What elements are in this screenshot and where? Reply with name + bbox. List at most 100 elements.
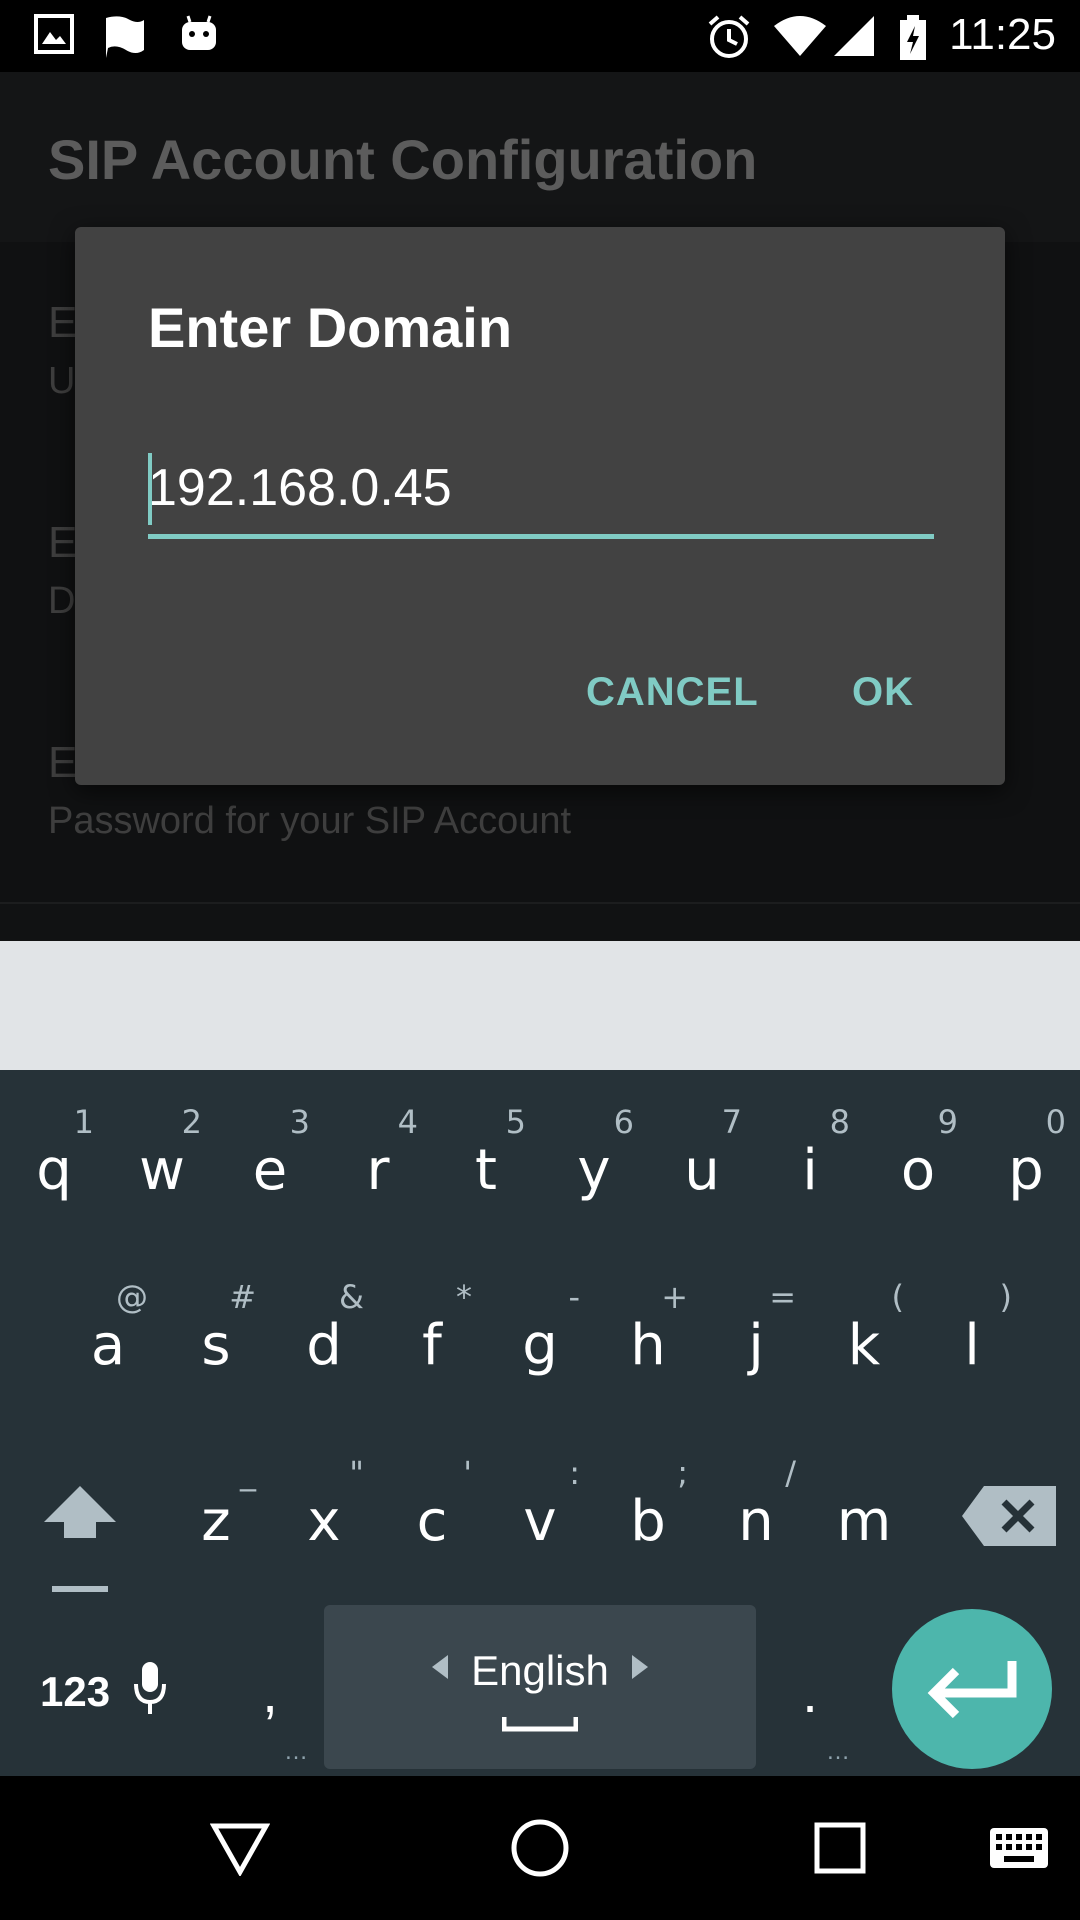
wifi-icon xyxy=(774,16,826,56)
pref-summary: D xyxy=(48,580,76,622)
ok-button[interactable]: OK xyxy=(846,669,920,716)
backspace-key[interactable] xyxy=(956,1476,1066,1556)
key-label: p xyxy=(1008,1138,1044,1203)
key-o[interactable]: 9o xyxy=(864,1085,972,1235)
key-hint: ' xyxy=(463,1454,472,1492)
key-e[interactable]: 3e xyxy=(216,1085,324,1235)
key-label: b xyxy=(630,1489,666,1554)
key-hint: / xyxy=(785,1454,796,1492)
enter-domain-dialog: Enter Domain CANCEL OK xyxy=(75,227,1005,785)
key-f[interactable]: * f xyxy=(378,1260,486,1410)
recents-icon[interactable] xyxy=(814,1822,866,1874)
comma-key[interactable]: , … xyxy=(240,1660,308,1765)
status-clock: 11:25 xyxy=(949,10,1056,59)
key-r[interactable]: 4r xyxy=(324,1085,432,1235)
key-d[interactable]: & d xyxy=(270,1260,378,1410)
symbols-key-label: 123 xyxy=(40,1668,111,1715)
key-hint: + xyxy=(661,1278,688,1316)
key-b[interactable]: ; b xyxy=(594,1436,702,1586)
key-s[interactable]: # s xyxy=(162,1260,270,1410)
key-hint: 9 xyxy=(937,1103,958,1141)
key-u[interactable]: 7u xyxy=(648,1085,756,1235)
key-a[interactable]: @ a xyxy=(54,1260,162,1410)
key-hint: ) xyxy=(999,1278,1012,1316)
key-g[interactable]: -g xyxy=(486,1260,594,1410)
flag-icon xyxy=(106,16,144,58)
key-x[interactable]: " x xyxy=(270,1436,378,1586)
back-icon[interactable] xyxy=(210,1820,270,1876)
key-i[interactable]: 8i xyxy=(756,1085,864,1235)
page-title: SIP Account Configuration xyxy=(48,128,758,191)
key-q[interactable]: 1q xyxy=(0,1085,108,1235)
key-v[interactable]: :v xyxy=(486,1436,594,1586)
pref-title: E xyxy=(48,738,78,787)
dialog-title: Enter Domain xyxy=(148,296,513,359)
comma-key-label: , xyxy=(262,1661,278,1724)
key-hint: ( xyxy=(891,1278,904,1316)
keyboard-switch-icon[interactable] xyxy=(988,1826,1050,1870)
pref-summary: U xyxy=(48,360,76,402)
space-key[interactable]: English xyxy=(324,1605,756,1769)
home-icon[interactable] xyxy=(510,1818,570,1878)
space-bar-icon xyxy=(502,1717,578,1732)
backspace-icon xyxy=(962,1486,1056,1546)
period-key-label: . xyxy=(802,1661,818,1724)
key-h[interactable]: + h xyxy=(594,1260,702,1410)
image-icon xyxy=(34,14,74,54)
alarm-icon xyxy=(708,15,750,58)
key-label: f xyxy=(422,1313,442,1378)
key-label: n xyxy=(738,1489,774,1554)
key-j[interactable]: = j xyxy=(702,1260,810,1410)
period-key[interactable]: . … xyxy=(780,1660,850,1765)
key-hint: - xyxy=(568,1278,580,1316)
cancel-button[interactable]: CANCEL xyxy=(580,669,765,716)
key-k[interactable]: (k xyxy=(810,1260,918,1410)
key-label: j xyxy=(748,1313,764,1378)
key-label: y xyxy=(577,1138,611,1203)
key-hint: 5 xyxy=(505,1103,526,1141)
key-t[interactable]: 5t xyxy=(432,1085,540,1235)
navigation-bar xyxy=(0,1776,1080,1920)
enter-key[interactable] xyxy=(892,1609,1052,1769)
key-label: r xyxy=(366,1138,390,1203)
key-y[interactable]: 6y xyxy=(540,1085,648,1235)
key-hint: 0 xyxy=(1045,1103,1066,1141)
android-icon xyxy=(182,15,216,50)
key-label: x xyxy=(307,1489,341,1554)
key-label: v xyxy=(523,1489,557,1554)
key-hint: 6 xyxy=(613,1103,634,1141)
microphone-icon xyxy=(134,1662,166,1714)
symbols-key[interactable]: 123 xyxy=(40,1660,170,1730)
key-w[interactable]: 2w xyxy=(108,1085,216,1235)
pref-summary: Password for your SIP Account xyxy=(48,800,572,842)
key-hint: & xyxy=(339,1278,364,1316)
key-label: i xyxy=(802,1138,818,1203)
key-label: k xyxy=(847,1313,881,1378)
domain-input[interactable] xyxy=(148,449,934,539)
key-hint: @ xyxy=(116,1278,148,1316)
key-n[interactable]: / n xyxy=(702,1436,810,1586)
key-hint: 1 xyxy=(73,1103,94,1141)
key-z[interactable]: _ z xyxy=(162,1436,270,1586)
language-right-icon xyxy=(632,1655,648,1679)
key-label: g xyxy=(522,1313,558,1378)
key-m[interactable]: m xyxy=(810,1436,918,1586)
key-l[interactable]: ) l xyxy=(918,1260,1026,1410)
key-label: q xyxy=(36,1138,72,1203)
enter-icon xyxy=(927,1661,1017,1719)
app-bar: SIP Account Configuration xyxy=(0,72,1080,242)
shift-key[interactable] xyxy=(30,1470,130,1600)
suggestion-strip xyxy=(0,941,1080,1070)
period-more-hint: … xyxy=(826,1738,850,1765)
key-c[interactable]: ' c xyxy=(378,1436,486,1586)
key-p[interactable]: 0p xyxy=(972,1085,1080,1235)
key-hint: 2 xyxy=(181,1103,202,1141)
key-label: z xyxy=(201,1489,231,1554)
key-hint: = xyxy=(769,1278,796,1316)
pref-title: E xyxy=(48,298,78,347)
text-cursor xyxy=(148,453,152,525)
key-label: h xyxy=(630,1313,666,1378)
key-label: e xyxy=(252,1138,288,1203)
key-hint: 3 xyxy=(289,1103,310,1141)
key-hint: 4 xyxy=(397,1103,418,1141)
